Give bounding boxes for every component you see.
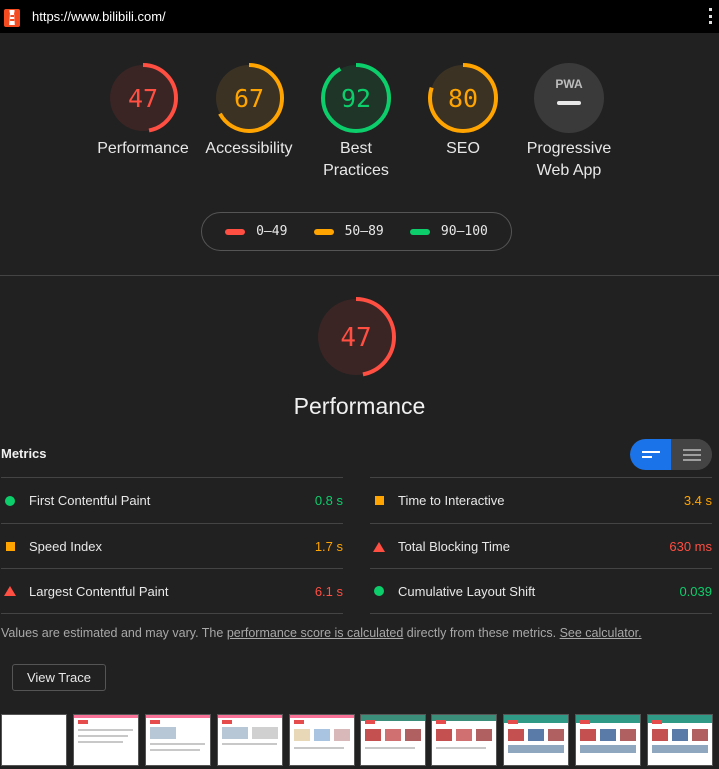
view-trace-button[interactable]: View Trace <box>12 664 106 691</box>
legend-item-fail: 0–49 <box>225 224 287 239</box>
metric-value: 3.4 s <box>683 493 712 508</box>
pwa-badge-text: PWA <box>555 77 583 91</box>
gauge-label: SEO <box>446 140 480 157</box>
fail-triangle-icon <box>372 541 386 552</box>
filmstrip-frame <box>217 714 283 766</box>
gauge-ring: 47 <box>108 63 178 133</box>
note-text: directly from these metrics. <box>403 626 560 640</box>
expanded-view-button[interactable] <box>671 439 712 470</box>
metric-time-to-interactive[interactable]: Time to Interactive 3.4 s <box>370 477 712 523</box>
gauge-best-practices[interactable]: 92 Best Practices <box>301 62 411 182</box>
metric-label: Speed Index <box>29 539 103 554</box>
legend-swatch <box>225 228 246 235</box>
performance-gauge-large: 47 <box>315 296 397 383</box>
metric-label: Total Blocking Time <box>398 539 510 554</box>
compact-list-icon <box>641 450 660 458</box>
fail-triangle-icon <box>3 586 17 596</box>
note-text: Values are estimated and may vary. The <box>1 626 227 640</box>
pass-dot-icon <box>3 495 17 506</box>
metric-value: 0.8 s <box>314 493 343 508</box>
gauge-score: 47 <box>128 84 158 113</box>
gauge-label-line: Progressive <box>526 140 612 157</box>
score-calculated-link[interactable]: performance score is calculated <box>227 626 403 640</box>
gauge-seo[interactable]: 80 SEO <box>408 62 518 160</box>
metric-value: 0.039 <box>679 583 712 599</box>
filmstrip-frame <box>503 714 569 766</box>
metrics-header: Metrics <box>1 446 47 461</box>
legend-item-average: 50–89 <box>313 224 384 239</box>
legend-range: 0–49 <box>256 224 288 239</box>
gauge-accessibility[interactable]: 67 Accessibility <box>194 62 304 160</box>
see-calculator-link[interactable]: See calculator. <box>560 626 642 640</box>
score-legend: 0–49 50–89 90–100 <box>201 212 512 251</box>
gauge-score: 92 <box>341 84 371 113</box>
filmstrip-frame <box>647 714 713 766</box>
gauge-pwa[interactable]: PWA Progressive Web App <box>514 62 624 182</box>
category-title: Performance <box>293 393 426 419</box>
filmstrip <box>0 714 719 769</box>
average-square-icon <box>3 542 17 551</box>
legend-range: 50–89 <box>344 224 384 239</box>
gauge-ring: 80 <box>428 63 498 133</box>
gauge-score: 67 <box>234 84 264 113</box>
metric-label: Time to Interactive <box>398 493 505 508</box>
gauge-label: Best Practices <box>301 138 411 182</box>
metrics-view-toggle[interactable] <box>630 439 712 470</box>
gauge-label: Performance <box>97 140 189 157</box>
gauge-label: Progressive Web App <box>514 138 624 182</box>
gauge-ring: 92 <box>321 63 391 133</box>
filmstrip-frame <box>145 714 211 766</box>
gauge-ring: 47 <box>316 297 396 377</box>
metric-value: 1.7 s <box>314 539 343 554</box>
gauge-label-line: Best <box>339 140 372 157</box>
legend-swatch <box>409 228 430 235</box>
url-bar: https://www.bilibili.com/ <box>0 0 719 33</box>
metric-cumulative-layout-shift[interactable]: Cumulative Layout Shift 0.039 <box>370 568 712 614</box>
gauge-score: 80 <box>448 84 478 113</box>
lighthouse-logo-icon <box>4 8 20 27</box>
page-url: https://www.bilibili.com/ <box>32 9 166 24</box>
gauge-label-line: Practices <box>323 162 389 179</box>
compact-view-button[interactable] <box>630 439 671 470</box>
metric-label: First Contentful Paint <box>29 493 151 508</box>
metric-first-contentful-paint[interactable]: First Contentful Paint 0.8 s <box>1 477 343 523</box>
filmstrip-frame <box>575 714 641 766</box>
section-divider <box>0 275 719 276</box>
metric-total-blocking-time[interactable]: Total Blocking Time 630 ms <box>370 523 712 569</box>
metric-value: 6.1 s <box>314 583 343 599</box>
gauge-ring: 67 <box>214 63 284 133</box>
gauge-label-line: Web App <box>536 162 602 179</box>
filmstrip-frame-blank <box>1 714 67 766</box>
filmstrip-frame <box>73 714 139 766</box>
filmstrip-frame <box>431 714 497 766</box>
metric-value: 630 ms <box>669 539 712 554</box>
metric-label: Largest Contentful Paint <box>29 583 169 599</box>
pass-dot-icon <box>372 586 386 596</box>
legend-item-pass: 90–100 <box>409 224 488 239</box>
gauge-label: Accessibility <box>205 140 293 157</box>
gauge-score: 47 <box>340 323 371 353</box>
gauge-performance[interactable]: 47 Performance <box>88 62 198 160</box>
kebab-menu-icon[interactable] <box>709 8 713 24</box>
metrics-disclaimer: Values are estimated and may vary. The p… <box>1 626 716 640</box>
metric-label: Cumulative Layout Shift <box>398 583 536 599</box>
filmstrip-frame <box>289 714 355 766</box>
average-square-icon <box>372 496 386 505</box>
legend-swatch <box>313 228 334 235</box>
legend-range: 90–100 <box>440 224 488 239</box>
filmstrip-frame <box>360 714 426 766</box>
metric-speed-index[interactable]: Speed Index 1.7 s <box>1 523 343 569</box>
pwa-badge-icon: PWA <box>534 63 604 133</box>
metric-largest-contentful-paint[interactable]: Largest Contentful Paint 6.1 s <box>1 568 343 614</box>
expanded-list-icon <box>682 448 701 461</box>
